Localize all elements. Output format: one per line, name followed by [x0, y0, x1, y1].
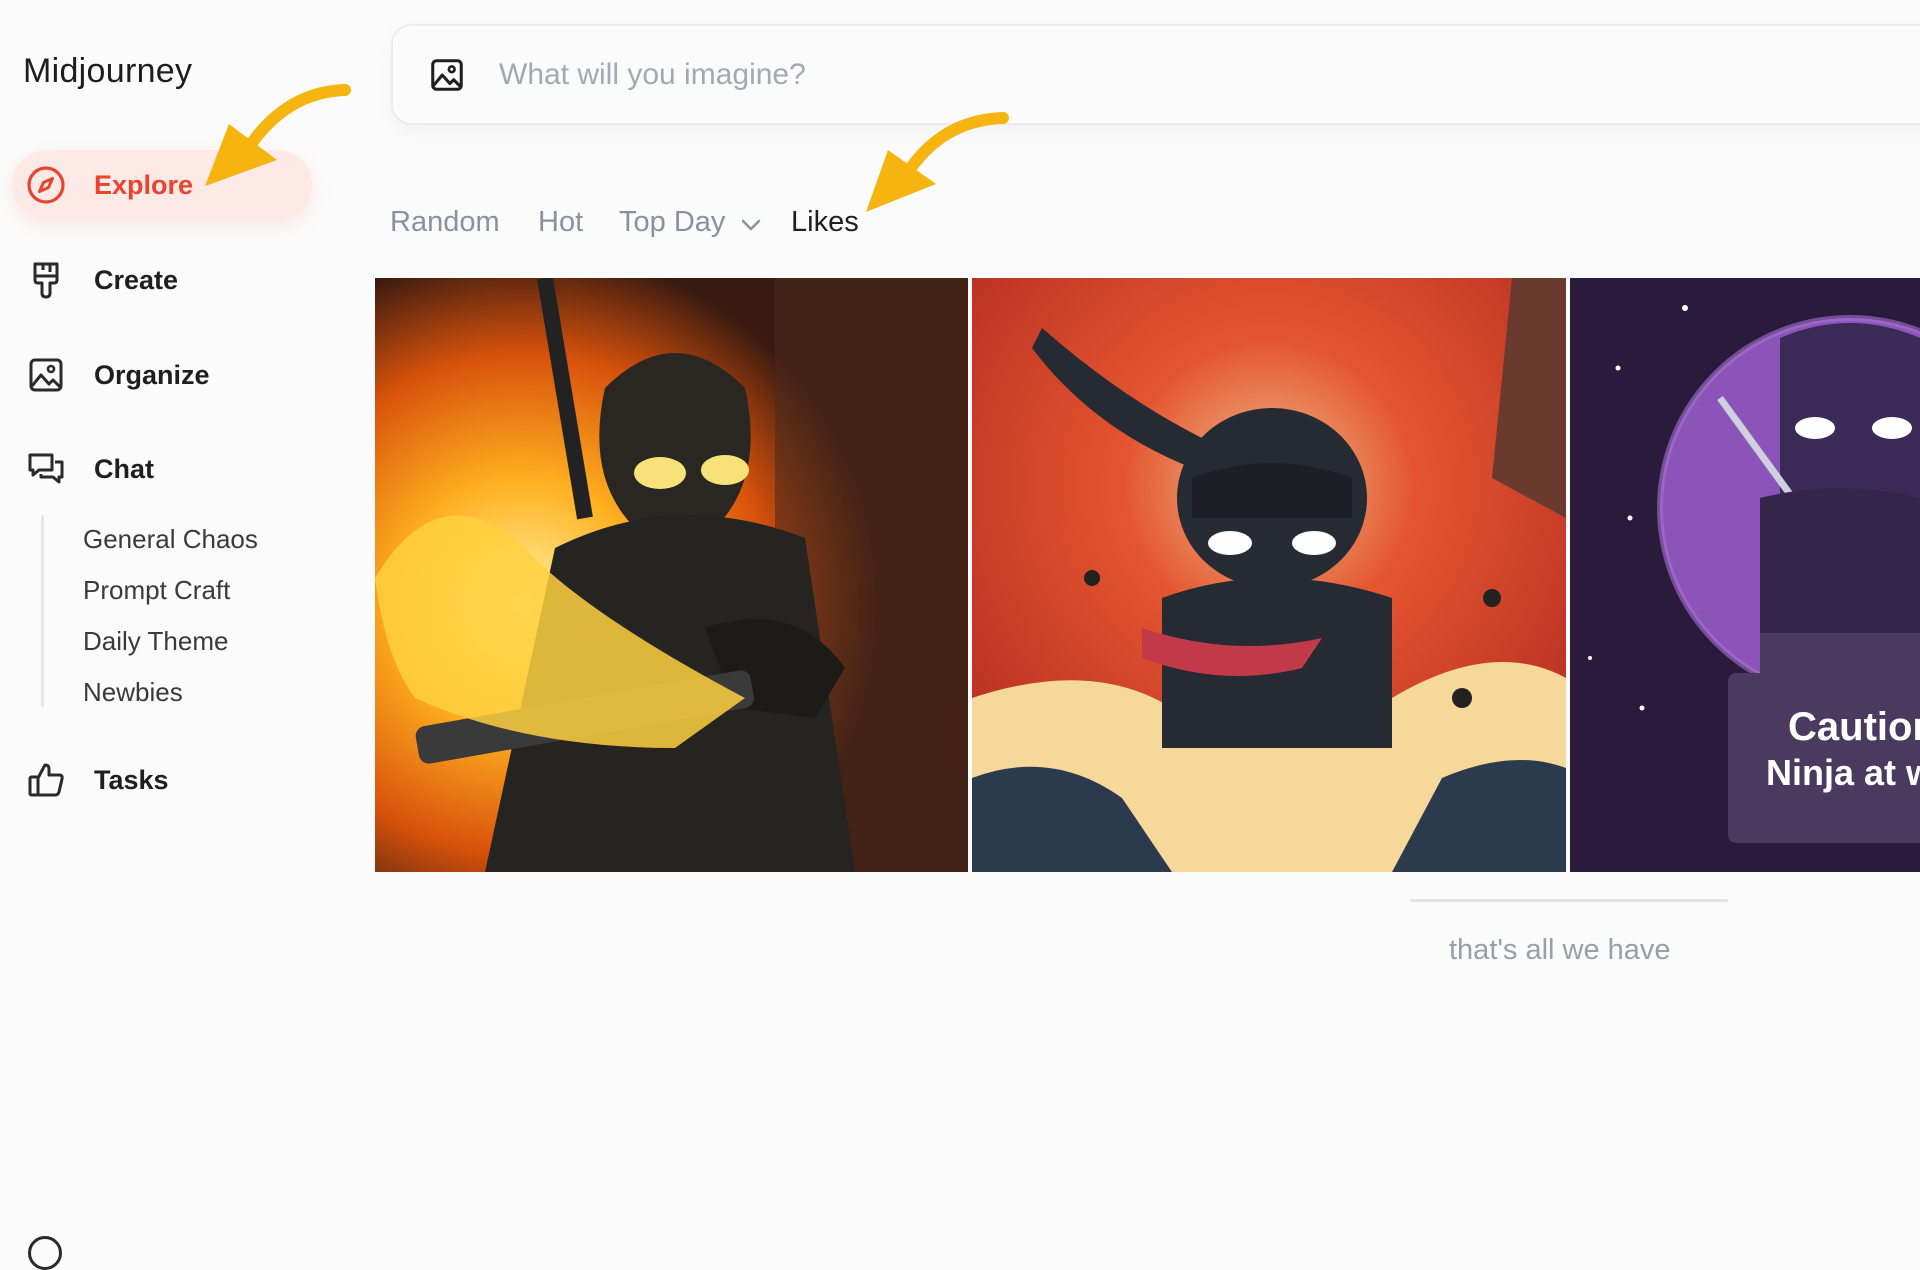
paintbrush-icon	[26, 260, 66, 300]
image-icon[interactable]	[427, 55, 467, 95]
tab-likes[interactable]: Likes	[791, 206, 859, 239]
prompt-bar	[391, 24, 1920, 125]
feed-end-message: that's all we have	[1449, 934, 1671, 966]
feed-end-divider	[1410, 899, 1728, 902]
compass-icon	[26, 165, 66, 205]
sidebar-item-label: Organize	[94, 359, 210, 390]
image-caption-line-2: Ninja at w	[1766, 752, 1920, 793]
annotation-arrow-explore	[205, 84, 351, 186]
chat-room-daily-theme[interactable]: Daily Theme	[83, 626, 228, 657]
prompt-input[interactable]	[497, 56, 1701, 93]
tab-label: Hot	[538, 206, 584, 238]
tab-label: Random	[390, 206, 500, 238]
sidebar-item-label: Explore	[94, 169, 194, 200]
annotation-arrow-likes	[866, 112, 1009, 212]
chat-bubbles-icon	[26, 449, 66, 489]
tab-top-day[interactable]: Top Day	[619, 206, 761, 240]
sidebar-item-label: Chat	[94, 453, 154, 484]
tab-label: Top Day	[619, 206, 726, 238]
sidebar-item-organize[interactable]: Organize	[12, 340, 312, 410]
chat-room-prompt-craft[interactable]: Prompt Craft	[83, 575, 230, 606]
sidebar-item-label: Create	[94, 264, 179, 295]
image-caption-line-1: Caution	[1788, 705, 1920, 749]
app-logo-title[interactable]: Midjourney	[23, 52, 192, 91]
subnav-rail	[41, 515, 44, 707]
sidebar-item-chat[interactable]: Chat	[12, 434, 312, 504]
gallery-image-ninja-fire[interactable]	[375, 278, 968, 872]
chat-room-general-chaos[interactable]: General Chaos	[83, 524, 258, 555]
gallery-image-ninja-moon[interactable]: Caution Ninja at w	[1570, 278, 1920, 872]
tab-random[interactable]: Random	[390, 206, 500, 239]
thumbs-up-icon	[26, 760, 66, 800]
chevron-down-icon	[741, 207, 761, 240]
sidebar-item-tasks[interactable]: Tasks	[12, 745, 312, 815]
sidebar-item-label: Tasks	[94, 764, 169, 795]
tab-label: Likes	[791, 206, 859, 238]
sidebar-item-create[interactable]: Create	[12, 245, 312, 315]
gallery-image-ninja-explosion[interactable]	[972, 278, 1566, 872]
profile-avatar-icon[interactable]	[28, 1236, 62, 1270]
tab-hot[interactable]: Hot	[538, 206, 583, 239]
chat-room-newbies[interactable]: Newbies	[83, 677, 183, 708]
image-icon	[26, 355, 66, 395]
